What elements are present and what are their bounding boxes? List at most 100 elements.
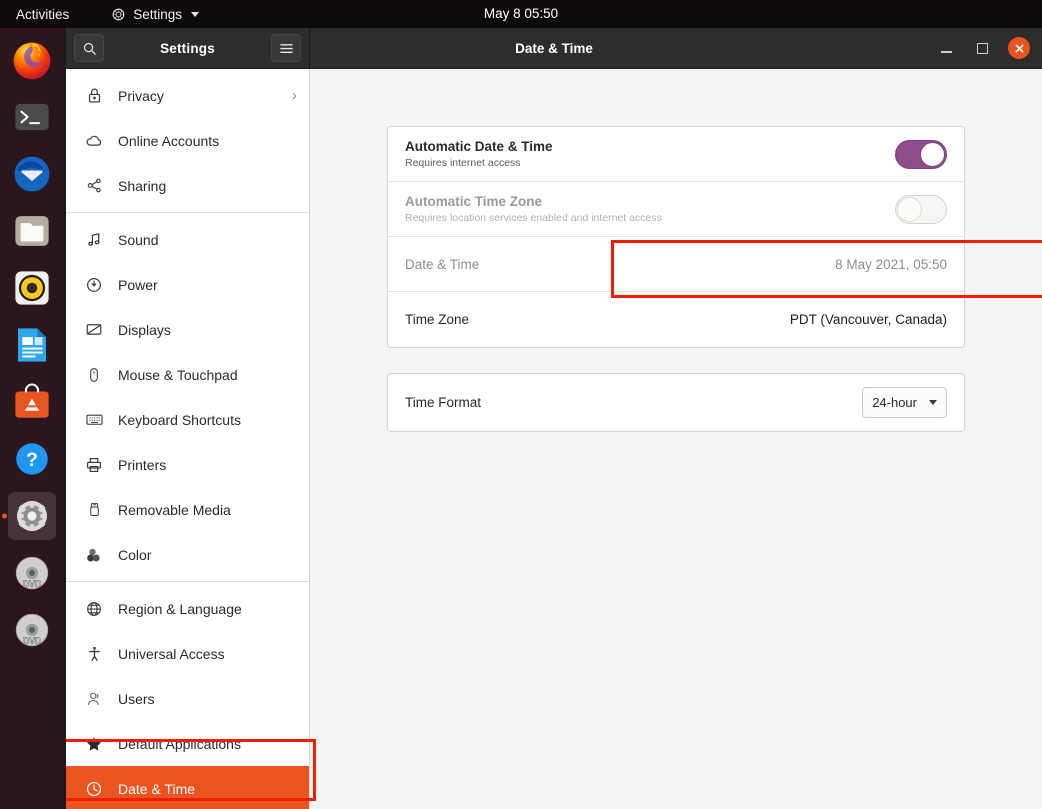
time-format-label: Time Format [405, 395, 482, 410]
rhythmbox-icon [15, 271, 49, 305]
help-icon: ? [16, 443, 48, 475]
sidebar-item-users[interactable]: Users [66, 676, 309, 721]
dock-item-firefox[interactable] [8, 36, 56, 84]
sidebar-item-privacy[interactable]: Privacy › [66, 73, 309, 118]
dock-item-help[interactable]: ? [8, 435, 56, 483]
sidebar-item-sharing[interactable]: Sharing [66, 163, 309, 208]
printer-icon [84, 455, 104, 475]
toggle-knob [920, 141, 945, 167]
sidebar-item-date-time[interactable]: Date & Time [66, 766, 309, 809]
activities-button[interactable]: Activities [10, 5, 75, 24]
date-time-row[interactable]: Date & Time 8 May 2021, 05:50 [388, 237, 964, 292]
sidebar-item-label: Region & Language [118, 600, 242, 617]
maximize-button[interactable] [972, 38, 992, 58]
settings-window: Settings Date & Time Privacy › Online Ac… [66, 28, 1042, 809]
date-time-panel: Automatic Date & Time Requires internet … [310, 69, 1042, 809]
display-icon [84, 320, 104, 340]
automatic-time-zone-toggle[interactable] [895, 194, 947, 224]
search-button[interactable] [74, 34, 104, 62]
sidebar-item-label: Removable Media [118, 501, 231, 518]
firefox-icon [13, 42, 51, 80]
mouse-icon [84, 365, 104, 385]
power-icon [84, 275, 104, 295]
hamburger-menu-icon [279, 43, 293, 53]
dock-item-rhythmbox[interactable] [8, 264, 56, 312]
automatic-date-time-subtitle: Requires internet access [405, 156, 521, 169]
dock-item-settings[interactable] [8, 492, 56, 540]
usb-drive-icon [84, 500, 104, 520]
svg-text:DVD: DVD [23, 636, 41, 646]
sidebar-item-label: Sharing [118, 177, 167, 194]
color-circles-icon [84, 545, 104, 565]
automatic-time-zone-row[interactable]: Automatic Time Zone Requires location se… [388, 182, 964, 237]
automatic-date-time-toggle[interactable] [895, 139, 947, 169]
main-menu-button[interactable] [271, 34, 301, 62]
libreoffice-writer-icon [18, 328, 46, 362]
sidebar-item-universal-access[interactable]: Universal Access [66, 631, 309, 676]
sidebar-header: Settings [66, 28, 310, 68]
window-header-bar: Settings Date & Time [66, 28, 1042, 69]
sidebar-item-region-language[interactable]: Region & Language [66, 586, 309, 631]
sidebar-separator [66, 581, 309, 582]
sidebar-item-label: Keyboard Shortcuts [118, 411, 241, 428]
sidebar-item-label: Users [118, 690, 155, 707]
sidebar-item-label: Power [118, 276, 158, 293]
dock-item-terminal[interactable] [8, 93, 56, 141]
minimize-button[interactable] [936, 38, 956, 58]
clock-icon [84, 779, 104, 799]
share-nodes-icon [84, 176, 104, 196]
automatic-date-time-row[interactable]: Automatic Date & Time Requires internet … [388, 127, 964, 182]
time-zone-row[interactable]: Time Zone PDT (Vancouver, Canada) [388, 292, 964, 347]
maximize-icon [976, 42, 988, 54]
time-zone-label: Time Zone [405, 312, 470, 327]
dock-item-dvd-2[interactable]: DVD [8, 606, 56, 654]
globe-icon [84, 599, 104, 619]
sidebar-item-sound[interactable]: Sound [66, 217, 309, 262]
settings-sidebar[interactable]: Privacy › Online Accounts Sharing Sound … [66, 69, 310, 809]
date-time-card: Automatic Date & Time Requires internet … [387, 126, 965, 348]
gnome-top-bar: Activities Settings May 8 05:50 [0, 0, 1042, 28]
sidebar-item-label: Date & Time [118, 780, 196, 797]
sidebar-item-label: Online Accounts [118, 132, 220, 149]
lock-icon [84, 86, 104, 106]
sidebar-title: Settings [160, 40, 215, 56]
sidebar-item-label: Sound [118, 231, 159, 248]
sidebar-item-mouse-touchpad[interactable]: Mouse & Touchpad [66, 352, 309, 397]
dock-item-libreoffice-writer[interactable] [8, 321, 56, 369]
close-button[interactable] [1008, 37, 1030, 59]
time-format-row: Time Format 24-hour [388, 374, 964, 431]
date-time-label: Date & Time [405, 256, 480, 272]
sidebar-item-label: Mouse & Touchpad [118, 366, 238, 383]
thunderbird-icon [14, 156, 50, 192]
minimize-icon [940, 51, 952, 53]
time-zone-value: PDT (Vancouver, Canada) [789, 312, 947, 327]
sidebar-item-printers[interactable]: Printers [66, 442, 309, 487]
svg-text:?: ? [26, 450, 38, 471]
svg-text:DVD: DVD [23, 579, 41, 589]
files-icon [15, 216, 49, 246]
time-format-dropdown[interactable]: 24-hour [862, 387, 947, 418]
sidebar-item-removable-media[interactable]: Removable Media [66, 487, 309, 532]
music-note-icon [84, 230, 104, 250]
sidebar-item-displays[interactable]: Displays [66, 307, 309, 352]
sidebar-item-power[interactable]: Power [66, 262, 309, 307]
keyboard-icon [84, 410, 104, 430]
window-controls [798, 28, 1042, 68]
dock-item-ubuntu-software[interactable] [8, 378, 56, 426]
sidebar-item-label: Color [118, 546, 152, 563]
page-title: Date & Time [515, 40, 593, 56]
sidebar-item-color[interactable]: Color [66, 532, 309, 577]
sidebar-separator [66, 212, 309, 213]
toggle-knob [897, 196, 922, 222]
settings-gear-icon [111, 7, 126, 22]
app-menu-button[interactable]: Settings [111, 7, 200, 22]
dock-item-thunderbird[interactable] [8, 150, 56, 198]
sidebar-item-default-applications[interactable]: Default Applications [66, 721, 309, 766]
settings-gear-icon [17, 501, 47, 531]
sidebar-item-keyboard-shortcuts[interactable]: Keyboard Shortcuts [66, 397, 309, 442]
dock-item-files[interactable] [8, 207, 56, 255]
sidebar-item-online-accounts[interactable]: Online Accounts [66, 118, 309, 163]
dock-item-dvd-1[interactable]: DVD [8, 549, 56, 597]
automatic-time-zone-subtitle: Requires location services enabled and i… [405, 211, 662, 224]
dvd-disc-icon: DVD [15, 613, 49, 646]
